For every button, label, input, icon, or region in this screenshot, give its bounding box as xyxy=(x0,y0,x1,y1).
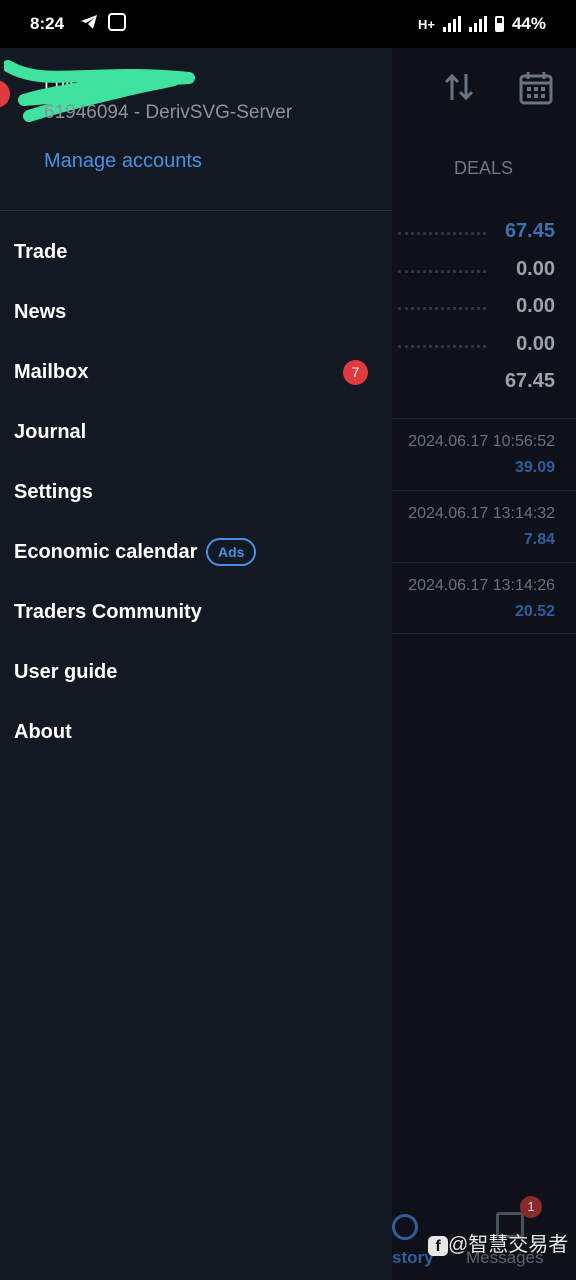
menu-item-about[interactable]: About xyxy=(0,703,392,763)
deal-row[interactable]: 2024.06.17 13:14:26 20.52 xyxy=(392,562,576,633)
menu-item-news[interactable]: News xyxy=(0,283,392,343)
drawer-menu: Trade News Mailbox 7 Journal Settings Ec… xyxy=(0,223,392,763)
account-number-server: 61946094 - DerivSVG-Server xyxy=(44,102,293,123)
divider xyxy=(392,633,576,634)
signal-icon xyxy=(442,16,461,32)
menu-item-user-guide[interactable]: User guide xyxy=(0,643,392,703)
facebook-icon: f xyxy=(428,1235,448,1256)
status-time: 8:24 xyxy=(30,14,65,33)
menu-item-mailbox[interactable]: Mailbox 7 xyxy=(0,343,392,403)
status-bar: 8:24 H+ 44% xyxy=(0,0,576,48)
menu-item-traders-community[interactable]: Traders Community xyxy=(0,583,392,643)
history-icon[interactable] xyxy=(392,1214,418,1240)
calendar-icon[interactable] xyxy=(518,70,554,115)
divider xyxy=(0,210,392,211)
status-indicators: H+ 44% xyxy=(418,14,546,34)
network-type: H+ xyxy=(417,16,435,32)
deal-row[interactable]: 2024.06.17 13:14:32 7.84 xyxy=(392,490,576,561)
sort-icon[interactable] xyxy=(442,70,476,113)
menu-item-journal[interactable]: Journal xyxy=(0,403,392,463)
signal-icon-2 xyxy=(468,16,487,32)
manage-accounts-link[interactable]: Manage accounts xyxy=(44,150,202,173)
menu-item-trade[interactable]: Trade xyxy=(0,223,392,283)
watermark: f @智慧交易者 xyxy=(428,1228,568,1257)
unread-badge: 7 xyxy=(343,360,368,385)
ads-tag: Ads xyxy=(206,538,257,566)
summary-row: 0.00 xyxy=(392,329,576,367)
messages-badge: 1 xyxy=(520,1196,542,1218)
app-notification-icon xyxy=(108,13,126,31)
telegram-icon xyxy=(80,14,98,35)
battery-percent: 44% xyxy=(511,14,546,33)
summary-row: 67.45 xyxy=(504,370,555,392)
menu-item-settings[interactable]: Settings xyxy=(0,463,392,523)
summary-row: 67.45 xyxy=(392,216,576,254)
navigation-drawer: Luis 61946094 - DerivSVG-Server Manage a… xyxy=(0,48,392,1280)
tab-deals[interactable]: DEALS xyxy=(454,158,513,179)
battery-icon xyxy=(494,16,504,32)
summary-row: 0.00 xyxy=(392,291,576,329)
deal-row[interactable]: 2024.06.17 10:56:52 39.09 xyxy=(392,418,576,489)
menu-item-economic-calendar[interactable]: Economic calendar Ads xyxy=(0,523,392,583)
summary-row: 0.00 xyxy=(392,254,576,292)
